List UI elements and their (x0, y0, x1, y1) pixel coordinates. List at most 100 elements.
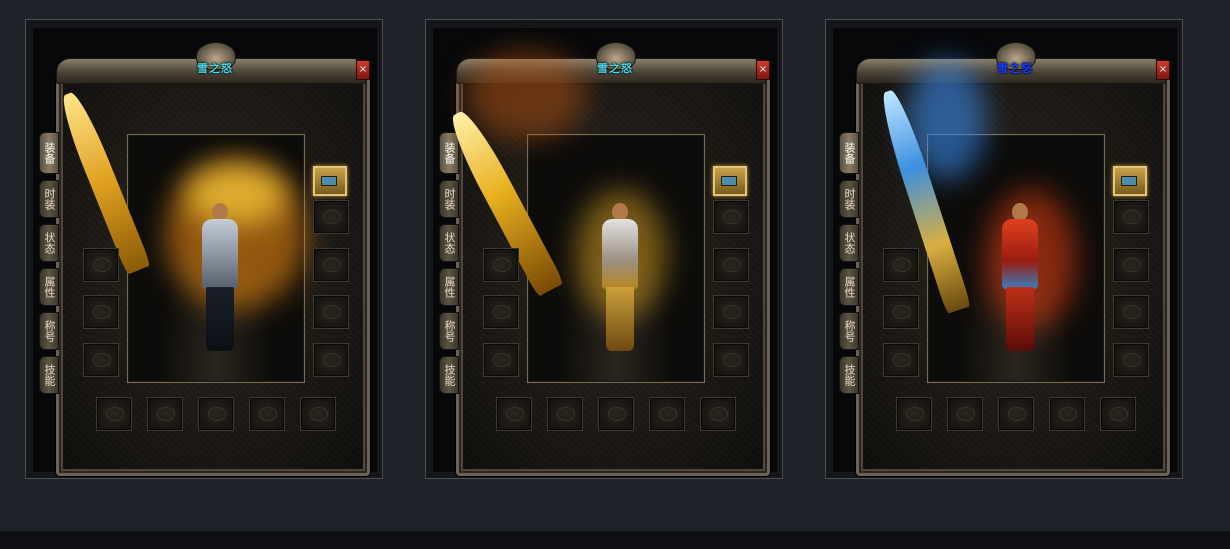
medal-icon (323, 258, 341, 272)
tab-attributes[interactable]: 属性 (39, 268, 59, 306)
character-model (200, 203, 240, 355)
helmet-icon (493, 258, 511, 272)
tab-title[interactable]: 称号 (439, 312, 459, 350)
helmet-slot[interactable] (883, 248, 919, 282)
bracelet-icon (93, 353, 111, 367)
tab-skills[interactable]: 技能 (839, 356, 859, 394)
tab-status[interactable]: 状态 (39, 224, 59, 262)
necklace-icon (493, 305, 511, 319)
ring-icon (723, 305, 741, 319)
tab-bar: 装备 时装 状态 属性 称号 技能 (39, 132, 61, 400)
ring-slot[interactable] (713, 295, 749, 329)
character-greaves (606, 287, 634, 351)
character-card-3: 雪之怒 × 装备 时装 状态 属性 称号 技能 (825, 19, 1183, 479)
tab-attributes[interactable]: 属性 (839, 268, 859, 306)
tab-attributes[interactable]: 属性 (439, 268, 459, 306)
amulet-icon (323, 210, 341, 224)
medal-icon (723, 258, 741, 272)
tab-equipment[interactable]: 装备 (839, 132, 859, 174)
chest-icon[interactable] (1113, 166, 1147, 196)
boots-slot[interactable] (547, 397, 583, 431)
mount-slot[interactable] (1049, 397, 1085, 431)
talisman-slot[interactable] (300, 397, 336, 431)
talisman-icon (1110, 407, 1128, 421)
character-card-2: 雪之怒 × 装备 时装 状态 属性 称号 技能 (425, 19, 783, 479)
helmet-slot[interactable] (83, 248, 119, 282)
amulet-slot[interactable] (713, 200, 749, 234)
mount-slot[interactable] (249, 397, 285, 431)
amulet-slot[interactable] (1113, 200, 1149, 234)
belt-slot[interactable] (496, 397, 532, 431)
gem-slot[interactable] (998, 397, 1034, 431)
window-title: 雪之怒 (197, 62, 233, 75)
gem-slot[interactable] (598, 397, 634, 431)
mount-slot[interactable] (649, 397, 685, 431)
helmet-icon (893, 258, 911, 272)
chest-icon[interactable] (713, 166, 747, 196)
tab-equipment[interactable]: 装备 (39, 132, 59, 174)
talisman-slot[interactable] (700, 397, 736, 431)
ring-slot[interactable] (1113, 295, 1149, 329)
necklace-icon (893, 305, 911, 319)
tab-title[interactable]: 称号 (39, 312, 59, 350)
boots-slot[interactable] (147, 397, 183, 431)
gem-icon (608, 407, 626, 421)
helmet-slot[interactable] (483, 248, 519, 282)
boots-icon (557, 407, 575, 421)
bracelet-slot[interactable] (883, 343, 919, 377)
character-robe (1006, 287, 1034, 351)
belt-icon (906, 407, 924, 421)
bracelet-slot-right[interactable] (713, 343, 749, 377)
character-armor (602, 219, 638, 289)
tab-equipment[interactable]: 装备 (439, 132, 459, 174)
bracelet-icon (1123, 353, 1141, 367)
mount-icon (259, 407, 277, 421)
boots-slot[interactable] (947, 397, 983, 431)
tab-fashion[interactable]: 时装 (439, 180, 459, 218)
belt-slot[interactable] (96, 397, 132, 431)
bracelet-icon (493, 353, 511, 367)
close-button[interactable]: × (356, 60, 370, 80)
tab-fashion[interactable]: 时装 (839, 180, 859, 218)
character-model (600, 203, 640, 355)
medal-slot[interactable] (313, 248, 349, 282)
helmet-icon (93, 258, 111, 272)
bracelet-icon (893, 353, 911, 367)
character-model (1000, 203, 1040, 355)
tab-status[interactable]: 状态 (439, 224, 459, 262)
medal-slot[interactable] (713, 248, 749, 282)
tab-skills[interactable]: 技能 (439, 356, 459, 394)
gem-icon (1008, 407, 1026, 421)
tab-fashion[interactable]: 时装 (39, 180, 59, 218)
amulet-slot[interactable] (313, 200, 349, 234)
window-title: 雪之怒 (597, 62, 633, 75)
medal-slot[interactable] (1113, 248, 1149, 282)
necklace-slot[interactable] (483, 295, 519, 329)
bottom-bar (0, 531, 1230, 549)
tab-bar: 装备 时装 状态 属性 称号 技能 (839, 132, 861, 400)
gem-slot[interactable] (198, 397, 234, 431)
chest-icon[interactable] (313, 166, 347, 196)
bracelet-slot-right[interactable] (313, 343, 349, 377)
necklace-slot[interactable] (83, 295, 119, 329)
belt-slot[interactable] (896, 397, 932, 431)
character-robe (206, 287, 234, 351)
talisman-slot[interactable] (1100, 397, 1136, 431)
mount-icon (1059, 407, 1077, 421)
tab-skills[interactable]: 技能 (39, 356, 59, 394)
ring-icon (323, 305, 341, 319)
close-button[interactable]: × (756, 60, 770, 80)
gem-icon (208, 407, 226, 421)
necklace-slot[interactable] (883, 295, 919, 329)
character-armor (1002, 219, 1038, 289)
tab-title[interactable]: 称号 (839, 312, 859, 350)
belt-icon (106, 407, 124, 421)
tab-status[interactable]: 状态 (839, 224, 859, 262)
ring-slot[interactable] (313, 295, 349, 329)
close-button[interactable]: × (1156, 60, 1170, 80)
bracelet-slot-right[interactable] (1113, 343, 1149, 377)
bracelet-slot[interactable] (83, 343, 119, 377)
ring-icon (1123, 305, 1141, 319)
bracelet-icon (723, 353, 741, 367)
bracelet-slot[interactable] (483, 343, 519, 377)
